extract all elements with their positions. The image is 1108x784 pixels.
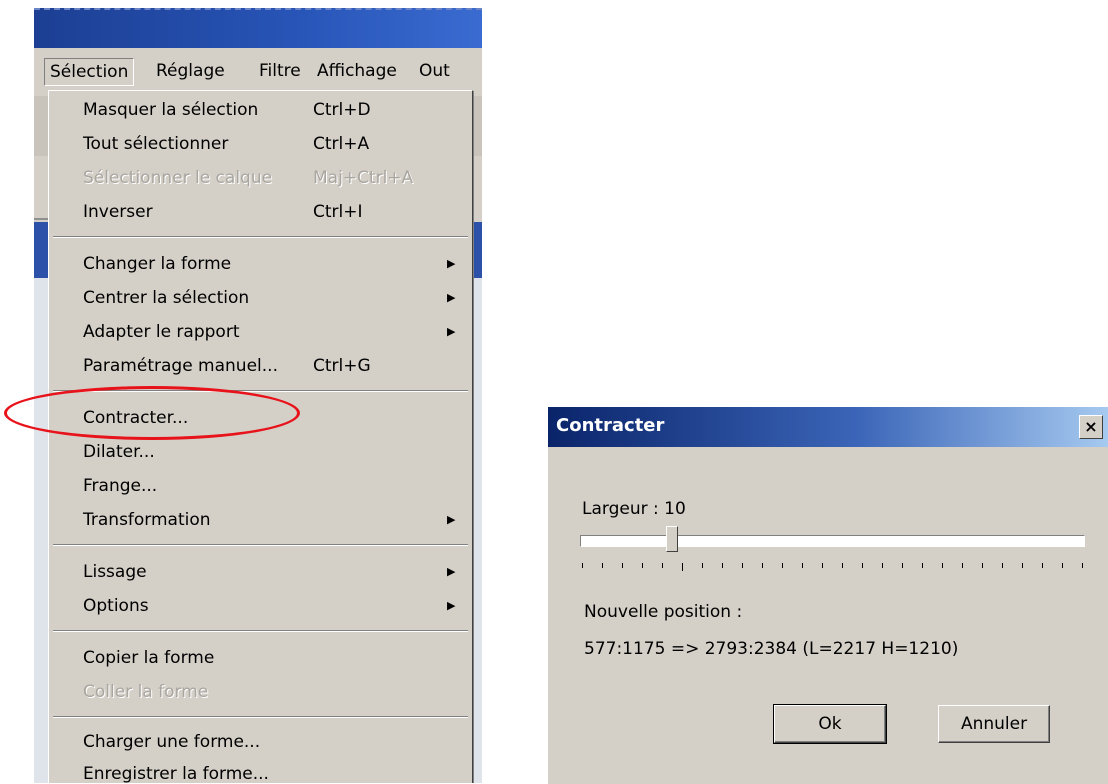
window-titlebar bbox=[34, 8, 482, 50]
slider-tick bbox=[1002, 563, 1003, 568]
menu-item-shortcut: Maj+Ctrl+A bbox=[313, 168, 414, 188]
close-icon[interactable]: × bbox=[1079, 415, 1103, 439]
menu-item-label: Centrer la sélection bbox=[83, 288, 250, 308]
slider-tick bbox=[1022, 563, 1023, 568]
menu-item-inverser[interactable]: Inverser Ctrl+I bbox=[49, 195, 472, 229]
slider-tick bbox=[742, 563, 743, 568]
slider-tick bbox=[682, 563, 683, 571]
menu-selection[interactable]: Sélection bbox=[44, 58, 135, 86]
slider-tick bbox=[842, 563, 843, 568]
menu-item-lissage[interactable]: Lissage ▶ bbox=[49, 555, 472, 589]
menu-item-adapter-rapport[interactable]: Adapter le rapport ▶ bbox=[49, 315, 472, 349]
menu-item-label: Coller la forme bbox=[83, 682, 209, 702]
menu-item-label: Copier la forme bbox=[83, 648, 215, 668]
menubar: Sélection Réglage Filtre Affichage Out bbox=[34, 48, 482, 92]
menu-filtre[interactable]: Filtre bbox=[254, 58, 306, 84]
slider-tick bbox=[1042, 563, 1043, 568]
highlight-ellipse bbox=[4, 386, 300, 440]
menu-item-label: Sélectionner le calque bbox=[83, 168, 273, 188]
menu-item-label: Tout sélectionner bbox=[83, 134, 229, 154]
slider-tick bbox=[922, 563, 923, 568]
menu-item-label: Masquer la sélection bbox=[83, 100, 259, 120]
menu-item-shortcut: Ctrl+D bbox=[313, 100, 371, 120]
menu-item-frange[interactable]: Frange... bbox=[49, 469, 472, 503]
menu-item-label: Charger une forme... bbox=[83, 732, 261, 752]
menu-item-transformation[interactable]: Transformation ▶ bbox=[49, 503, 472, 537]
menu-item-label: Adapter le rapport bbox=[83, 322, 240, 342]
dialog-title: Contracter bbox=[556, 415, 665, 436]
menu-separator bbox=[53, 716, 468, 718]
menu-item-label: Paramétrage manuel... bbox=[83, 356, 278, 376]
cancel-button[interactable]: Annuler bbox=[938, 705, 1050, 743]
menu-item-parametrage-manuel[interactable]: Paramétrage manuel... Ctrl+G bbox=[49, 349, 472, 383]
slider-tick bbox=[942, 563, 943, 568]
ok-button[interactable]: Ok bbox=[773, 704, 887, 744]
slider-tick bbox=[762, 563, 763, 568]
panel-title-edge bbox=[34, 222, 48, 278]
menu-item-centrer-selection[interactable]: Centrer la sélection ▶ bbox=[49, 281, 472, 315]
slider-tick bbox=[1062, 563, 1063, 568]
toolbar-edge bbox=[34, 96, 48, 157]
menu-item-charger-forme[interactable]: Charger une forme... bbox=[49, 725, 472, 759]
menu-item-label: Options bbox=[83, 596, 149, 616]
new-position-label: Nouvelle position : bbox=[584, 602, 743, 622]
slider-tick bbox=[982, 563, 983, 568]
menu-item-tout-selectionner[interactable]: Tout sélectionner Ctrl+A bbox=[49, 127, 472, 161]
toolbar-edge bbox=[34, 156, 48, 220]
slider-tick bbox=[702, 563, 703, 568]
slider-tick bbox=[722, 563, 723, 568]
menu-item-copier-forme[interactable]: Copier la forme bbox=[49, 641, 472, 675]
submenu-arrow-icon: ▶ bbox=[447, 325, 456, 338]
slider-tick bbox=[902, 563, 903, 568]
width-label: Largeur : 10 bbox=[582, 499, 686, 519]
slider-tick bbox=[782, 563, 783, 568]
slider-tick bbox=[662, 563, 663, 568]
menu-item-label: Inverser bbox=[83, 202, 153, 222]
width-slider-thumb[interactable] bbox=[666, 526, 678, 552]
contracter-dialog: Contracter × Largeur : 10 Nouvelle posit… bbox=[547, 406, 1108, 784]
menu-item-label: Enregistrer la forme... bbox=[83, 764, 269, 783]
menu-item-label: Lissage bbox=[83, 562, 147, 582]
menu-item-label: Changer la forme bbox=[83, 254, 232, 274]
submenu-arrow-icon: ▶ bbox=[447, 565, 456, 578]
submenu-arrow-icon: ▶ bbox=[447, 599, 456, 612]
menu-item-dilater[interactable]: Dilater... bbox=[49, 435, 472, 469]
menu-item-enregistrer-forme[interactable]: Enregistrer la forme... bbox=[49, 757, 472, 783]
slider-tick bbox=[962, 563, 963, 568]
submenu-arrow-icon: ▶ bbox=[447, 513, 456, 526]
menu-item-changer-forme[interactable]: Changer la forme ▶ bbox=[49, 247, 472, 281]
menu-item-coller-forme: Coller la forme bbox=[49, 675, 472, 709]
menu-item-selectionner-calque: Sélectionner le calque Maj+Ctrl+A bbox=[49, 161, 472, 195]
menu-reglage[interactable]: Réglage bbox=[151, 58, 230, 84]
menu-affichage[interactable]: Affichage bbox=[312, 58, 402, 84]
slider-tick bbox=[862, 563, 863, 568]
menu-outils[interactable]: Out bbox=[414, 58, 455, 84]
menu-item-label: Dilater... bbox=[83, 442, 155, 462]
slider-tick bbox=[1082, 563, 1083, 568]
menu-item-label: Frange... bbox=[83, 476, 158, 496]
menu-item-shortcut: Ctrl+A bbox=[313, 134, 370, 154]
slider-tick bbox=[642, 563, 643, 568]
position-value: 577:1175 => 2793:2384 (L=2217 H=1210) bbox=[584, 639, 959, 659]
menu-item-shortcut: Ctrl+I bbox=[313, 202, 363, 222]
menu-separator bbox=[53, 236, 468, 238]
submenu-arrow-icon: ▶ bbox=[447, 291, 456, 304]
slider-tick bbox=[622, 563, 623, 568]
slider-tick bbox=[822, 563, 823, 568]
menu-item-options[interactable]: Options ▶ bbox=[49, 589, 472, 623]
menu-item-masquer-selection[interactable]: Masquer la sélection Ctrl+D bbox=[49, 93, 472, 127]
dialog-titlebar: Contracter × bbox=[548, 407, 1108, 447]
slider-tick bbox=[882, 563, 883, 568]
menu-item-label: Transformation bbox=[83, 510, 211, 530]
slider-tick bbox=[802, 563, 803, 568]
menu-separator bbox=[53, 544, 468, 546]
menu-separator bbox=[53, 630, 468, 632]
menu-item-shortcut: Ctrl+G bbox=[313, 356, 371, 376]
slider-tick bbox=[602, 563, 603, 568]
submenu-arrow-icon: ▶ bbox=[447, 257, 456, 270]
slider-tick bbox=[582, 563, 583, 568]
width-slider-track[interactable] bbox=[580, 535, 1085, 547]
